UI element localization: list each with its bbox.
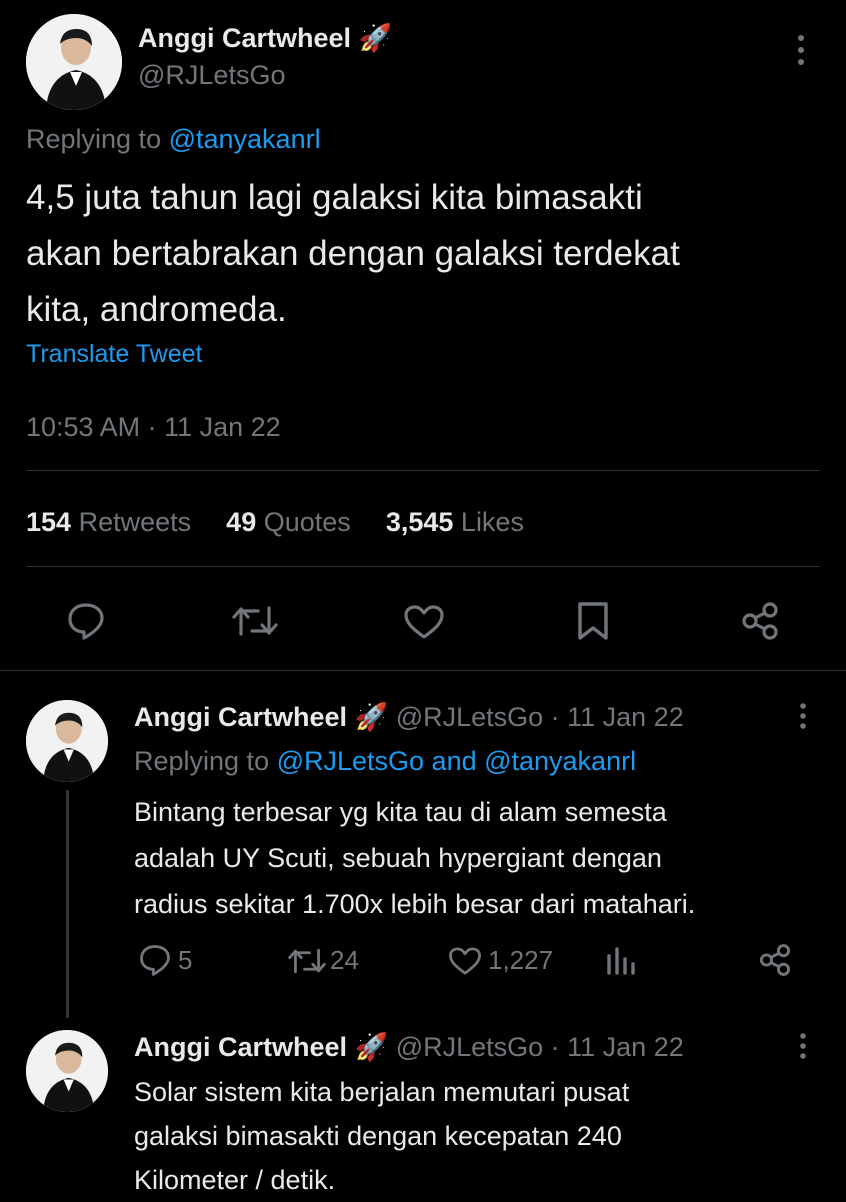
like-icon[interactable] bbox=[403, 604, 445, 640]
reply-text-line: radius sekitar 1.700x lebih besar dari m… bbox=[134, 889, 696, 919]
thread-line bbox=[66, 790, 69, 1018]
more-options-icon[interactable] bbox=[798, 1032, 808, 1065]
rocket-icon: 🚀 bbox=[354, 1032, 389, 1062]
reply-text: Solar sistem kita berjalan memutari pusa… bbox=[134, 1070, 629, 1202]
likes-stat[interactable]: 3,545 Likes bbox=[386, 507, 524, 537]
replying-to: Replying to @RJLetsGo and @tanyakanrl bbox=[134, 746, 636, 777]
like-action[interactable]: 1,227 bbox=[448, 945, 553, 976]
rocket-icon: 🚀 bbox=[358, 23, 393, 53]
reply-count: 5 bbox=[178, 944, 193, 975]
quotes-label: Quotes bbox=[263, 507, 351, 537]
translate-tweet-link[interactable]: Translate Tweet bbox=[26, 340, 202, 369]
avatar[interactable] bbox=[26, 14, 122, 110]
quotes-stat[interactable]: 49 Quotes bbox=[226, 507, 351, 537]
bookmark-icon[interactable] bbox=[577, 601, 609, 641]
author-name[interactable]: Anggi Cartwheel 🚀 bbox=[138, 22, 392, 54]
reply-header: Anggi Cartwheel 🚀 @RJLetsGo · 11 Jan 22 bbox=[134, 701, 684, 733]
share-icon[interactable] bbox=[758, 943, 792, 977]
tweet-timestamp[interactable]: 10:53 AM · 11 Jan 22 bbox=[26, 412, 281, 443]
analytics-icon[interactable] bbox=[606, 946, 636, 976]
divider bbox=[26, 566, 820, 567]
tweet-stats: 154 Retweets 49 Quotes 3,545 Likes bbox=[26, 507, 524, 538]
replying-to-link[interactable]: @RJLetsGo and @tanyakanrl bbox=[277, 746, 637, 776]
share-icon[interactable] bbox=[740, 601, 780, 641]
reply-header: Anggi Cartwheel 🚀 @RJLetsGo · 11 Jan 22 bbox=[134, 1031, 684, 1063]
more-options-icon[interactable] bbox=[798, 702, 808, 735]
retweet-icon[interactable] bbox=[232, 603, 278, 639]
retweet-icon bbox=[288, 946, 326, 976]
reply-text-line: adalah UY Scuti, sebuah hypergiant denga… bbox=[134, 843, 662, 873]
replying-to-link[interactable]: @tanyakanrl bbox=[169, 124, 321, 154]
replying-to-label: Replying to bbox=[26, 124, 169, 154]
retweet-action[interactable]: 24 bbox=[288, 945, 359, 976]
retweets-label: Retweets bbox=[78, 507, 192, 537]
retweet-count: 24 bbox=[330, 945, 359, 975]
more-options-icon[interactable] bbox=[796, 34, 806, 71]
divider bbox=[0, 670, 846, 671]
like-icon bbox=[448, 946, 482, 976]
retweets-count: 154 bbox=[26, 507, 72, 537]
reply-text: Bintang terbesar yg kita tau di alam sem… bbox=[134, 789, 695, 927]
author-name[interactable]: Anggi Cartwheel bbox=[134, 702, 347, 732]
replying-to: Replying to @tanyakanrl bbox=[26, 124, 321, 155]
like-count: 1,227 bbox=[488, 945, 554, 975]
likes-label: Likes bbox=[460, 507, 524, 537]
reply-icon[interactable] bbox=[66, 602, 106, 640]
tweet-text: 4,5 juta tahun lagi galaksi kita bimasak… bbox=[26, 170, 680, 338]
rocket-icon: 🚀 bbox=[354, 702, 389, 732]
reply-text-line: Bintang terbesar yg kita tau di alam sem… bbox=[134, 797, 667, 827]
tweet-text-line: kita, andromeda. bbox=[26, 290, 287, 329]
reply-text-line: galaksi bimasakti dengan kecepatan 240 bbox=[134, 1121, 622, 1151]
reply-text-line: Kilometer / detik. bbox=[134, 1165, 336, 1195]
divider bbox=[26, 470, 820, 471]
replying-to-label: Replying to bbox=[134, 746, 277, 776]
author-handle[interactable]: @RJLetsGo bbox=[138, 60, 285, 91]
tweet-text-line: 4,5 juta tahun lagi galaksi kita bimasak… bbox=[26, 178, 643, 217]
handle-time[interactable]: @RJLetsGo · 11 Jan 22 bbox=[396, 702, 684, 732]
likes-count: 3,545 bbox=[385, 507, 454, 537]
author-name[interactable]: Anggi Cartwheel bbox=[134, 1032, 347, 1062]
reply-icon bbox=[138, 944, 172, 976]
reply-text-line: Solar sistem kita berjalan memutari pusa… bbox=[134, 1077, 630, 1107]
avatar[interactable] bbox=[26, 1030, 108, 1112]
retweets-stat[interactable]: 154 Retweets bbox=[26, 507, 191, 537]
handle-time[interactable]: @RJLetsGo · 11 Jan 22 bbox=[396, 1032, 684, 1062]
reply-action[interactable]: 5 bbox=[138, 944, 192, 976]
author-name-text[interactable]: Anggi Cartwheel bbox=[138, 23, 351, 53]
avatar[interactable] bbox=[26, 700, 108, 782]
tweet-text-line: akan bertabrakan dengan galaksi terdekat bbox=[26, 234, 680, 273]
quotes-count: 49 bbox=[226, 507, 257, 537]
